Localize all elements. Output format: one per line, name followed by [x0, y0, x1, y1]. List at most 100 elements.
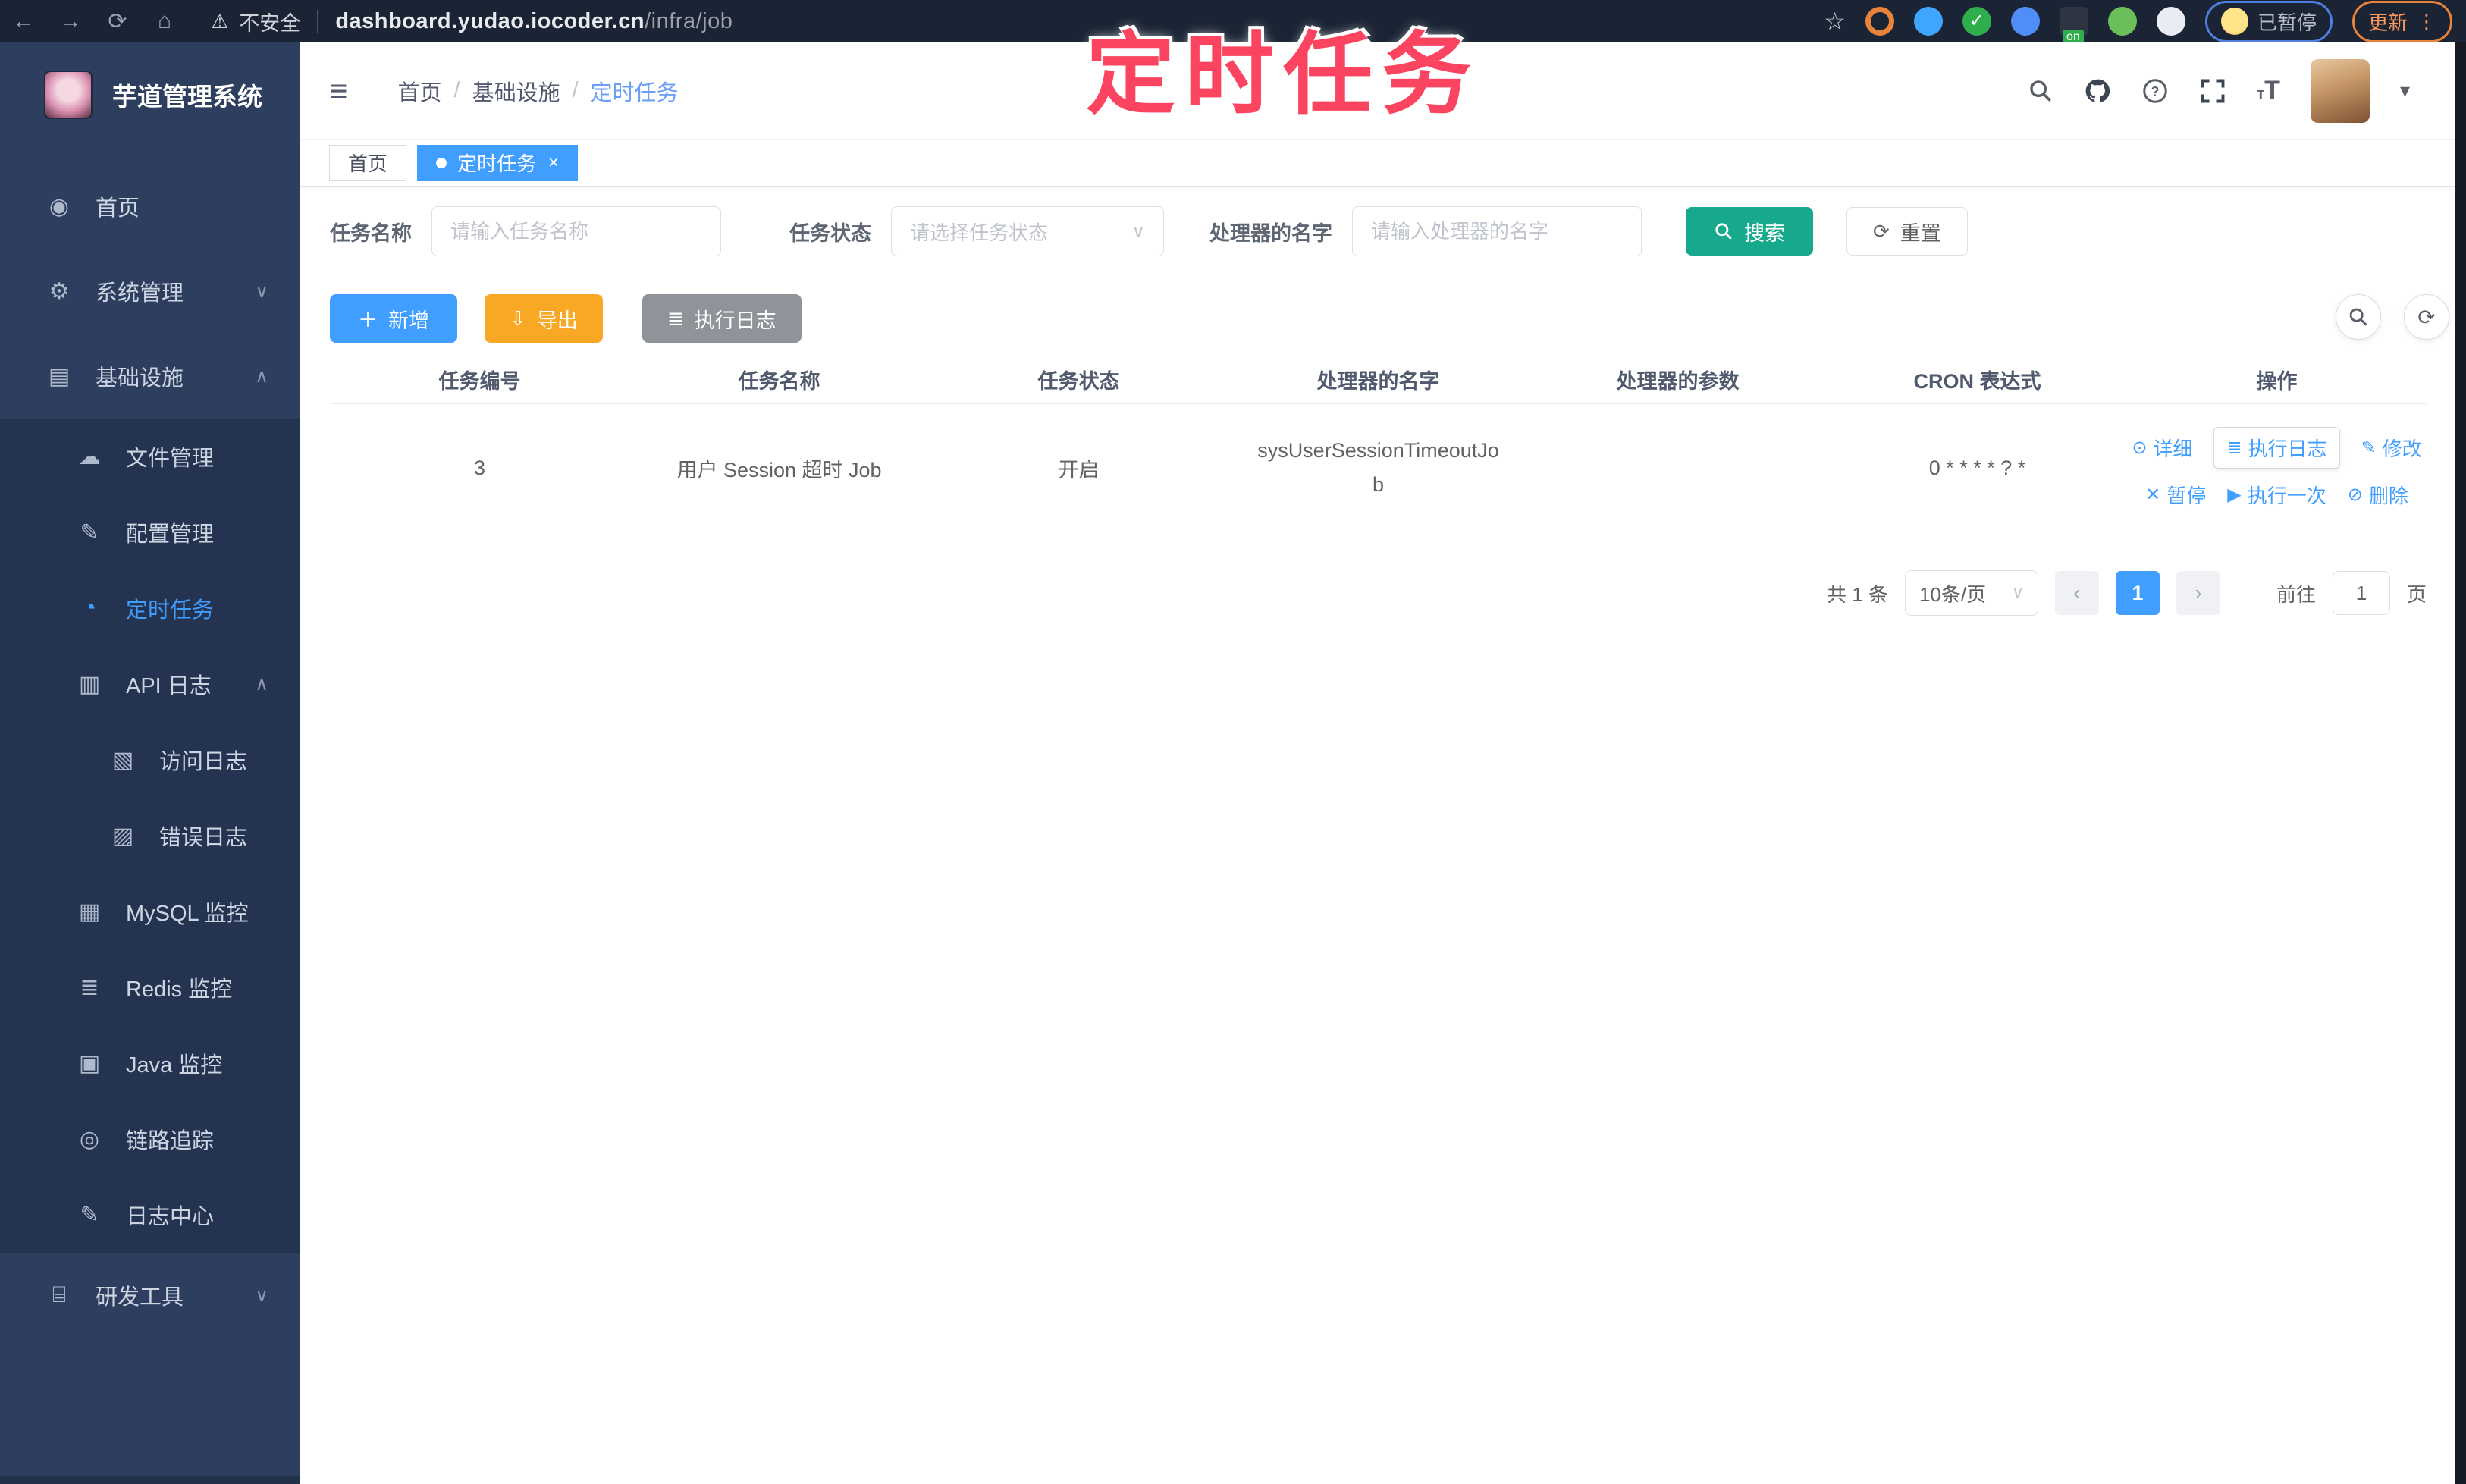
job-name-input[interactable] — [431, 206, 721, 256]
page-scrollbar[interactable] — [2455, 42, 2466, 1484]
page-url[interactable]: dashboard.yudao.iocoder.cn/infra/job — [335, 9, 733, 34]
breadcrumb-current: 定时任务 — [590, 80, 679, 105]
timer-icon: ◔ — [82, 595, 97, 620]
extension-icon[interactable] — [2010, 7, 2040, 36]
not-secure-warning-icon: ⚠ — [211, 9, 229, 33]
sidebar-item-system[interactable]: ⚙ 系统管理 ∨ — [0, 249, 300, 334]
toggle-search-icon[interactable] — [2336, 294, 2381, 340]
prev-page-button[interactable]: ‹ — [2054, 571, 2099, 615]
eye-icon: ◎ — [79, 1126, 100, 1152]
collapse-menu-icon[interactable]: ≡ — [329, 73, 348, 109]
redis-icon: ≣ — [80, 974, 99, 1000]
add-button[interactable]: ＋ 新增 — [330, 294, 458, 343]
sidebar-item-access-log[interactable]: ▧ 访问日志 — [0, 722, 300, 798]
infra-icon: ▤ — [48, 363, 71, 389]
sidebar-item-error-log[interactable]: ▨ 错误日志 — [0, 798, 300, 874]
page-size-select[interactable]: 10条/页 ∨ — [1904, 570, 2038, 616]
col-job-status: 任务状态 — [1037, 369, 1120, 393]
edit-action[interactable]: ✎ 修改 — [2361, 434, 2422, 462]
user-avatar[interactable] — [2310, 58, 2370, 123]
job-log-action[interactable]: ≣ 执行日志 — [2213, 427, 2340, 469]
handler-name-label: 处理器的名字 — [1209, 221, 1332, 245]
app-title: 芋道管理系统 — [112, 83, 262, 111]
tab-scheduled-jobs[interactable]: 定时任务 × — [417, 144, 579, 181]
fullscreen-icon[interactable] — [2199, 77, 2226, 105]
browser-home-icon[interactable]: ⌂ — [141, 8, 188, 34]
plus-icon: ＋ — [358, 308, 378, 331]
sidebar-item-redis-monitor[interactable]: ≣ Redis 监控 — [0, 949, 300, 1025]
browser-back-icon[interactable]: ← — [0, 8, 47, 34]
api-log-icon: ▥ — [78, 671, 101, 697]
breadcrumb-home[interactable]: 首页 — [398, 75, 442, 107]
job-status-label: 任务状态 — [789, 221, 871, 245]
caret-down-icon[interactable]: ▾ — [2400, 79, 2410, 102]
run-once-action[interactable]: ▶ 执行一次 — [2227, 481, 2326, 509]
help-icon[interactable]: ? — [2141, 77, 2169, 105]
sidebar-item-config-manage[interactable]: ✎ 配置管理 — [0, 494, 300, 570]
error-log-icon: ▨ — [111, 823, 134, 849]
sidebar-item-devtools[interactable]: ⌸ 研发工具 ∨ — [0, 1253, 300, 1338]
pause-action[interactable]: ✕ 暂停 — [2145, 481, 2206, 509]
extension-icon[interactable]: ✓ — [1962, 7, 1991, 36]
table-tools: ⟳ — [2336, 294, 2449, 340]
chevron-up-icon: ∧ — [255, 366, 268, 387]
job-status-select[interactable]: 请选择任务状态 ∨ — [891, 206, 1164, 256]
browser-forward-icon[interactable]: → — [47, 8, 94, 34]
sidebar-item-java-monitor[interactable]: ▣ Java 监控 — [0, 1025, 300, 1101]
chevron-down-icon: ∨ — [1131, 221, 1145, 242]
app-logo-icon — [44, 71, 93, 119]
extension-icon[interactable] — [2107, 7, 2137, 36]
delete-action[interactable]: ⊘ 删除 — [2348, 481, 2408, 509]
sidebar-item-scheduled-jobs[interactable]: ◔ 定时任务 — [0, 570, 300, 646]
app-logo-row[interactable]: 芋道管理系统 — [0, 42, 300, 126]
github-icon[interactable] — [2084, 77, 2111, 105]
browser-reload-icon[interactable]: ⟳ — [94, 8, 141, 35]
sidebar-item-home[interactable]: ◉ 首页 — [0, 164, 300, 249]
export-button[interactable]: ⇩ 导出 — [485, 294, 603, 343]
browser-extensions-area: ☆ ✓ on 已暂停 更新 ⋮ — [1824, 0, 2466, 45]
jobs-table: 任务编号 任务名称 任务状态 处理器的名字 处理器的参数 CRON 表达式 操作… — [330, 355, 2427, 532]
reset-button[interactable]: ⟳ 重置 — [1846, 207, 1968, 256]
sidebar-item-file-manage[interactable]: ☁ 文件管理 — [0, 419, 300, 494]
detail-action[interactable]: ⊙ 详细 — [2132, 434, 2192, 462]
refresh-icon: ⟳ — [1873, 219, 1890, 243]
extension-icon[interactable] — [2156, 7, 2185, 36]
refresh-icon[interactable]: ⟳ — [2404, 294, 2449, 340]
handler-name-input[interactable] — [1352, 206, 1642, 256]
sidebar-item-infra[interactable]: ▤ 基础设施 ∧ — [0, 334, 300, 419]
list-icon: ≣ — [2226, 438, 2242, 458]
browser-menu-icon[interactable]: ⋮ — [2417, 10, 2436, 33]
extension-icon[interactable]: on — [2059, 7, 2088, 45]
font-size-icon[interactable]: тT — [2257, 76, 2280, 105]
sidebar-item-log-center[interactable]: ✎ 日志中心 — [0, 1177, 300, 1253]
chevron-down-icon: ∨ — [255, 1285, 268, 1306]
search-button[interactable]: 搜索 — [1686, 207, 1813, 256]
extension-icon[interactable] — [1865, 7, 1894, 36]
cell-cron: 0 * * * * ? * — [1928, 456, 2026, 479]
run-log-button[interactable]: ≣ 执行日志 — [642, 294, 802, 343]
sidebar-item-api-log[interactable]: ▥ API 日志 ∧ — [0, 646, 300, 722]
address-bar[interactable]: ⚠ 不安全 dashboard.yudao.iocoder.cn/infra/j… — [211, 7, 733, 36]
edit-icon: ✎ — [2361, 438, 2377, 458]
search-icon[interactable] — [2028, 78, 2053, 104]
tab-home[interactable]: 首页 — [329, 144, 407, 181]
profile-paused-badge[interactable]: 已暂停 — [2204, 0, 2333, 42]
goto-page-input[interactable] — [2332, 571, 2390, 615]
download-icon: ⇩ — [510, 306, 526, 330]
current-page-button[interactable]: 1 — [2115, 571, 2160, 615]
screen: ← → ⟳ ⌂ ⚠ 不安全 dashboard.yudao.iocoder.cn… — [0, 0, 2466, 1484]
sidebar-item-tracing[interactable]: ◎ 链路追踪 — [0, 1101, 300, 1177]
next-page-button[interactable]: › — [2176, 571, 2220, 615]
sidebar-item-mysql-monitor[interactable]: ▦ MySQL 监控 — [0, 874, 300, 949]
profile-avatar-icon — [2220, 8, 2248, 35]
chrome-update-button[interactable]: 更新 ⋮ — [2351, 0, 2452, 42]
breadcrumb-infra[interactable]: 基础设施 — [472, 75, 560, 107]
page-unit-label: 页 — [2406, 582, 2427, 606]
total-count: 共 1 条 — [1827, 582, 1888, 606]
extension-icon[interactable] — [1913, 7, 1943, 36]
bookmark-star-icon[interactable]: ☆ — [1824, 7, 1846, 36]
sidebar: 芋道管理系统 ◉ 首页 ⚙ 系统管理 ∨ ▤ 基础设施 ∧ ☁ 文件管理 ✎ 配… — [0, 42, 300, 1484]
chevron-down-icon: ∨ — [2011, 583, 2024, 602]
close-icon[interactable]: × — [548, 152, 559, 174]
cell-job-status: 开启 — [1058, 458, 1100, 482]
